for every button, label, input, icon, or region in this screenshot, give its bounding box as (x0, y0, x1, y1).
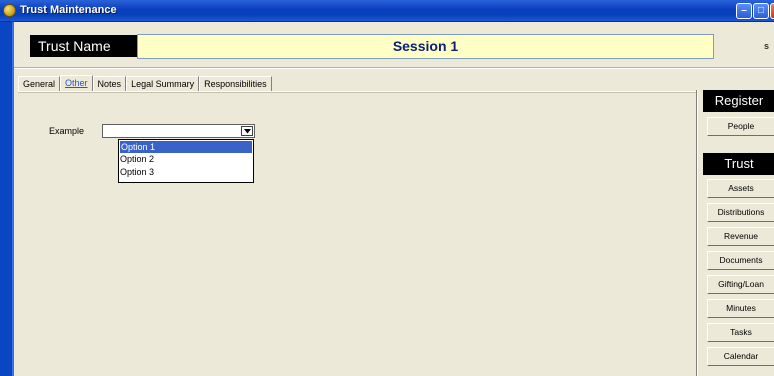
window-left-border (0, 22, 14, 376)
assets-button[interactable]: Assets (707, 179, 774, 198)
title-bar[interactable]: Trust Maintenance – □ x (0, 0, 774, 22)
revenue-button[interactable]: Revenue (707, 227, 774, 246)
trust-name-label: Trust Name (30, 35, 144, 57)
close-button[interactable]: x (770, 3, 774, 19)
header-right-text: s (764, 41, 770, 51)
dropdown-button[interactable] (241, 126, 253, 136)
register-header: Register (703, 90, 774, 112)
session-name-field[interactable]: Session 1 (137, 34, 714, 59)
dropdown-option-3[interactable]: Option 3 (119, 166, 253, 179)
trust-header: Trust (703, 153, 774, 175)
minutes-button[interactable]: Minutes (707, 299, 774, 318)
dropdown-option-1[interactable]: Option 1 (120, 141, 252, 153)
calendar-button[interactable]: Calendar (707, 347, 774, 366)
tab-strip: General Other Notes Legal Summary Respon… (18, 75, 272, 92)
tab-legal-summary[interactable]: Legal Summary (126, 76, 200, 91)
trust-maintenance-window: Trust Maintenance – □ x Trust Name Sessi… (0, 0, 774, 376)
gifting-loan-button[interactable]: Gifting/Loan (707, 275, 774, 294)
minimize-button[interactable]: – (736, 3, 752, 19)
trust-name-bar: Trust Name Session 1 s (14, 22, 774, 65)
tab-responsibilities[interactable]: Responsibilities (199, 76, 272, 91)
example-dropdown-list: Option 1 Option 2 Option 3 (118, 139, 254, 183)
app-icon (3, 4, 16, 17)
distributions-button[interactable]: Distributions (707, 203, 774, 222)
window-title: Trust Maintenance (20, 4, 117, 16)
tab-notes[interactable]: Notes (92, 76, 127, 91)
tab-general[interactable]: General (18, 76, 61, 91)
tab-other[interactable]: Other (60, 75, 93, 92)
header-divider (14, 67, 774, 69)
example-label: Example (49, 126, 85, 136)
people-button[interactable]: People (707, 117, 774, 136)
documents-button[interactable]: Documents (707, 251, 774, 270)
example-combobox[interactable] (102, 124, 255, 138)
side-panel: Register People Trust Assets Distributio… (697, 90, 774, 376)
tab-baseline-shadow (18, 92, 706, 93)
client-area: Trust Name Session 1 s General Other Not… (14, 22, 774, 376)
chevron-down-icon (244, 129, 251, 134)
maximize-button[interactable]: □ (753, 3, 769, 19)
dropdown-option-2[interactable]: Option 2 (119, 153, 253, 166)
tasks-button[interactable]: Tasks (707, 323, 774, 342)
